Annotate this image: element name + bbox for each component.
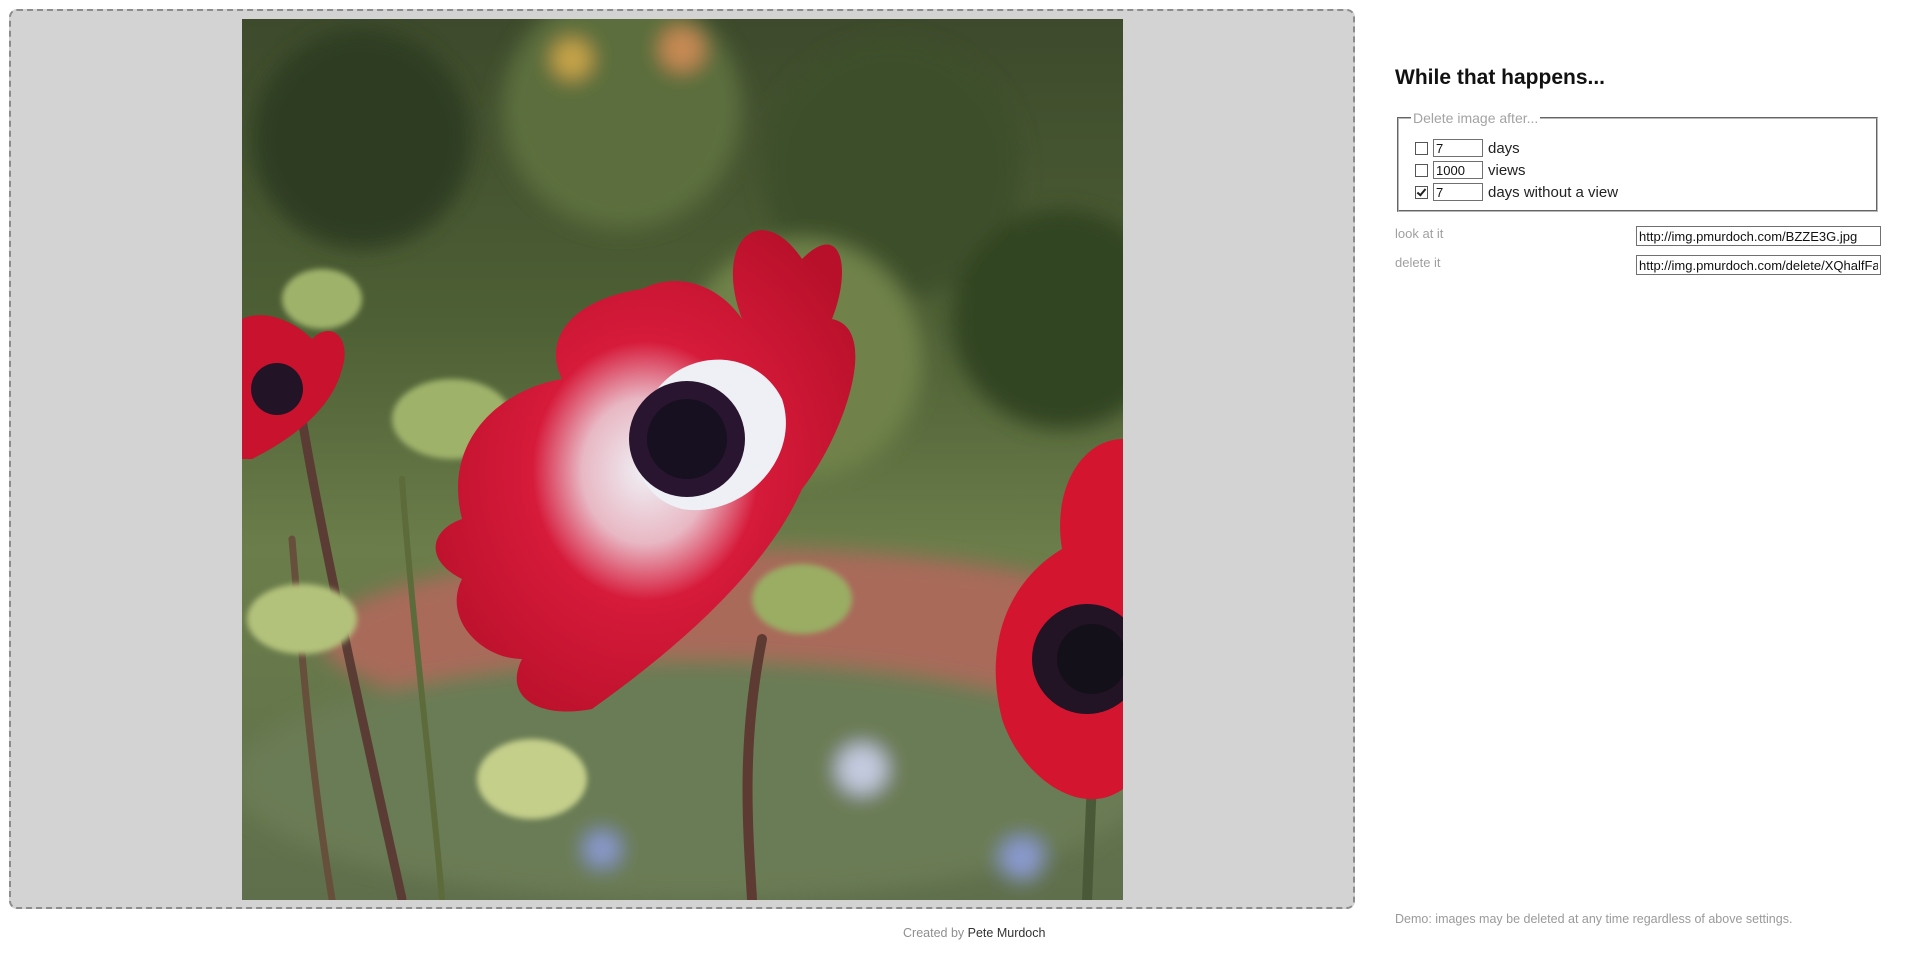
idle-days-checkbox[interactable] xyxy=(1415,185,1428,199)
author-link[interactable]: Pete Murdoch xyxy=(968,926,1046,940)
delete-options-fieldset: Delete image after... days views days wi… xyxy=(1397,110,1878,212)
delete-options-legend: Delete image after... xyxy=(1413,110,1539,126)
days-checkbox[interactable] xyxy=(1415,141,1428,155)
footer-credit: Created by Pete Murdoch xyxy=(903,926,1045,940)
views-checkbox[interactable] xyxy=(1415,163,1428,177)
delete-option-idle-days: days without a view xyxy=(1415,182,1618,202)
views-input[interactable] xyxy=(1433,161,1483,179)
idle-days-unit-label: days without a view xyxy=(1488,183,1619,201)
view-url-field[interactable] xyxy=(1636,226,1881,246)
demo-disclaimer: Demo: images may be deleted at any time … xyxy=(1395,912,1793,926)
delete-option-days: days xyxy=(1415,138,1520,158)
sidebar-heading: While that happens... xyxy=(1395,66,1606,89)
delete-url-field[interactable] xyxy=(1636,255,1881,275)
days-unit-label: days xyxy=(1488,139,1520,157)
idle-days-input[interactable] xyxy=(1433,183,1483,201)
delete-option-views: views xyxy=(1415,160,1526,180)
days-input[interactable] xyxy=(1433,139,1483,157)
uploaded-image xyxy=(242,19,1123,900)
view-link-label: look at it xyxy=(1395,226,1444,241)
created-by-text: Created by xyxy=(903,926,965,940)
views-unit-label: views xyxy=(1488,161,1526,179)
delete-link-label: delete it xyxy=(1395,255,1441,270)
